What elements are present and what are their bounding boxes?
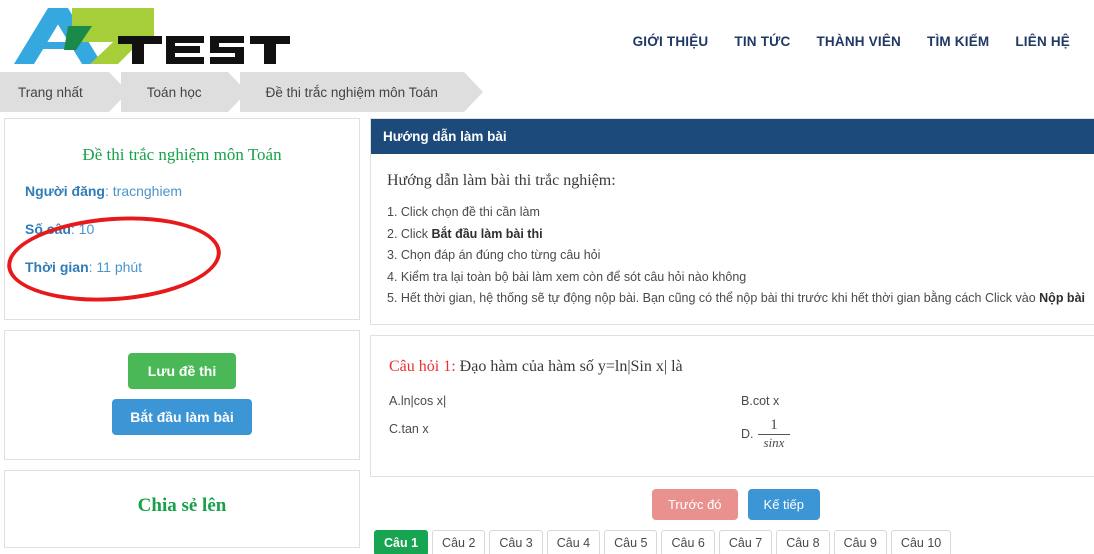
site-header: GIỚI THIỆU TIN TỨC THÀNH VIÊN TÌM KIẾM L… bbox=[0, 0, 1094, 72]
answer-option-b-key: B. bbox=[741, 393, 753, 408]
question-tab-2[interactable]: Câu 2 bbox=[432, 529, 486, 554]
answer-option-a-key: A. bbox=[389, 393, 401, 408]
exam-question-count-row: Số câu: 10 bbox=[25, 221, 343, 237]
exam-question-count-value: : 10 bbox=[70, 221, 95, 237]
guide-panel-header: Hướng dẫn làm bài bbox=[371, 119, 1094, 154]
exam-duration-label: Thời gian bbox=[25, 259, 89, 275]
question-tab-10[interactable]: Câu 10 bbox=[890, 529, 952, 554]
start-exam-button[interactable]: Bắt đầu làm bài bbox=[112, 399, 252, 435]
save-exam-button[interactable]: Lưu đề thi bbox=[127, 353, 237, 389]
breadcrumb-item-category[interactable]: Toán học bbox=[120, 72, 247, 112]
answer-option-c-key: C. bbox=[389, 421, 402, 436]
exam-title: Đề thi trắc nghiệm môn Toán bbox=[82, 145, 282, 164]
guide-step-1-text: 1. Click chọn đề thi cần làm bbox=[387, 205, 540, 219]
guide-panel: Hướng dẫn làm bài Hướng dẫn làm bài thi … bbox=[370, 118, 1094, 325]
answer-option-d[interactable]: D. 1 sinx bbox=[741, 416, 1083, 450]
question-panel: Câu hỏi 1: Đạo hàm của hàm số y=ln|Sin x… bbox=[370, 334, 1094, 477]
share-title: Chia sẻ lên bbox=[137, 495, 227, 516]
guide-step-list: 1. Click chọn đề thi cần làm 2. Click Bắ… bbox=[387, 202, 1085, 310]
share-panel: Chia sẻ lên bbox=[4, 470, 360, 548]
guide-step-1: 1. Click chọn đề thi cần làm bbox=[387, 202, 1085, 224]
question-number-label: Câu hỏi 1: bbox=[389, 357, 456, 375]
site-logo[interactable] bbox=[6, 5, 296, 67]
guide-step-5-text: 5. Hết thời gian, hệ thống sẽ tự động nộ… bbox=[387, 291, 1040, 305]
answer-option-d-key: D. bbox=[741, 426, 754, 441]
question-tab-4[interactable]: Câu 4 bbox=[546, 529, 601, 554]
answer-option-b[interactable]: B. cot x bbox=[741, 390, 1083, 412]
question-heading: Câu hỏi 1: Đạo hàm của hàm số y=ln|Sin x… bbox=[389, 358, 1083, 376]
next-question-button[interactable]: Kế tiếp bbox=[747, 488, 821, 520]
guide-step-2-bold: Bắt đầu làm bài thi bbox=[431, 226, 543, 241]
exam-actions-panel: Lưu đề thi Bắt đầu làm bài bbox=[4, 330, 360, 460]
guide-panel-body: Hướng dẫn làm bài thi trắc nghiệm: 1. Cl… bbox=[371, 154, 1094, 324]
question-navigation-buttons: Trước đó Kế tiếp bbox=[370, 488, 1094, 520]
question-tab-9[interactable]: Câu 9 bbox=[833, 529, 887, 554]
exam-duration-row: Thời gian: 11 phút bbox=[25, 259, 343, 275]
breadcrumb-item-home[interactable]: Trang nhất bbox=[0, 72, 128, 112]
page-root: GIỚI THIỆU TIN TỨC THÀNH VIÊN TÌM KIẾM L… bbox=[0, 0, 1094, 554]
nav-item-tin-tuc[interactable]: TIN TỨC bbox=[734, 34, 790, 49]
fraction-denominator: sinx bbox=[757, 434, 791, 450]
guide-step-2-text: 2. Click bbox=[387, 226, 432, 241]
main-content: Đề thi trắc nghiệm môn Toán Người đăng: … bbox=[0, 118, 1094, 554]
question-tab-8[interactable]: Câu 8 bbox=[776, 529, 830, 554]
answer-option-d-fraction: 1 sinx bbox=[757, 416, 791, 450]
guide-step-4: 4. Kiểm tra lại toàn bộ bài làm xem còn … bbox=[387, 267, 1085, 289]
exam-info-panel: Đề thi trắc nghiệm môn Toán Người đăng: … bbox=[4, 118, 360, 320]
main-navigation: GIỚI THIỆU TIN TỨC THÀNH VIÊN TÌM KIẾM L… bbox=[633, 24, 1070, 49]
content-column: Hướng dẫn làm bài Hướng dẫn làm bài thi … bbox=[370, 118, 1094, 554]
exam-poster-value: : tracnghiem bbox=[104, 183, 183, 199]
question-tab-list: Câu 1 Câu 2 Câu 3 Câu 4 Câu 5 Câu 6 Câu … bbox=[370, 529, 1094, 554]
answer-options: A. ln|cos x| B. cot x C. tan x D. 1 sinx bbox=[389, 390, 1083, 450]
breadcrumb-item-current[interactable]: Đề thi trắc nghiệm môn Toán bbox=[239, 72, 484, 112]
question-tab-5[interactable]: Câu 5 bbox=[604, 529, 658, 554]
guide-step-4-text: 4. Kiểm tra lại toàn bộ bài làm xem còn … bbox=[387, 269, 747, 284]
answer-option-a-text: ln|cos x| bbox=[400, 393, 447, 408]
sidebar-column: Đề thi trắc nghiệm môn Toán Người đăng: … bbox=[4, 118, 360, 554]
breadcrumb: Trang nhất Toán học Đề thi trắc nghiệm m… bbox=[0, 72, 1094, 112]
guide-step-3: 3. Chọn đáp án đúng cho từng câu hỏi bbox=[387, 245, 1085, 267]
nav-item-gioi-thieu[interactable]: GIỚI THIỆU bbox=[633, 34, 709, 49]
exam-poster-row: Người đăng: tracnghiem bbox=[25, 183, 343, 199]
guide-step-5-bold: Nộp bài bbox=[1039, 291, 1085, 305]
nav-item-tim-kiem[interactable]: TÌM KIẾM bbox=[927, 34, 989, 49]
question-tab-7[interactable]: Câu 7 bbox=[718, 529, 773, 554]
question-text: Đạo hàm của hàm số y=ln|Sin x| là bbox=[455, 357, 683, 375]
guide-step-3-text: 3. Chọn đáp án đúng cho từng câu hỏi bbox=[387, 248, 601, 262]
az-test-logo-icon bbox=[14, 8, 290, 64]
question-tab-1[interactable]: Câu 1 bbox=[374, 529, 429, 554]
answer-option-b-text: cot x bbox=[752, 393, 780, 408]
exam-poster-label: Người đăng bbox=[25, 183, 105, 199]
answer-option-c-text: tan x bbox=[401, 421, 429, 436]
exam-duration-value: : 11 phút bbox=[88, 259, 143, 275]
guide-step-2: 2. Click Bắt đầu làm bài thi bbox=[387, 224, 1085, 246]
nav-item-lien-he[interactable]: LIÊN HỆ bbox=[1015, 34, 1070, 49]
question-tab-6[interactable]: Câu 6 bbox=[661, 529, 715, 554]
guide-heading: Hướng dẫn làm bài thi trắc nghiệm: bbox=[387, 172, 616, 189]
exam-question-count-label: Số câu bbox=[25, 221, 71, 237]
guide-step-5: 5. Hết thời gian, hệ thống sẽ tự động nộ… bbox=[387, 288, 1085, 310]
question-tab-3[interactable]: Câu 3 bbox=[489, 529, 543, 554]
previous-question-button[interactable]: Trước đó bbox=[651, 488, 738, 520]
answer-option-a[interactable]: A. ln|cos x| bbox=[389, 390, 731, 412]
answer-option-c[interactable]: C. tan x bbox=[389, 418, 731, 440]
fraction-numerator: 1 bbox=[770, 416, 778, 433]
nav-item-thanh-vien[interactable]: THÀNH VIÊN bbox=[816, 34, 901, 49]
